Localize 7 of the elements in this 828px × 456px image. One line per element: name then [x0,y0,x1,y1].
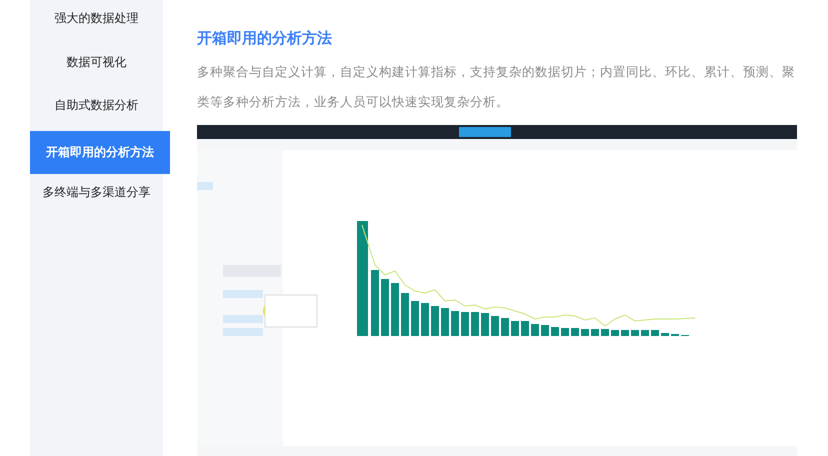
sidebar-item[interactable]: 强大的数据处理 [30,0,163,44]
sidebar-item[interactable]: 自助式数据分析 [30,87,163,130]
sidebar-item[interactable]: 数据可视化 [30,44,163,87]
section-title: 开箱即用的分析方法 [197,28,333,48]
description-text: 多种聚合与自定义计算，自定义构建计算指标，支持复杂的数据切片；内置同比、环比、累计、预测、聚类等多种分析方法，业务人员可以快速实现复杂分析。 [197,63,796,111]
sidebar-item[interactable]: 多终端与多渠道分享 [30,174,163,218]
sidebar-item[interactable]: 开箱即用的分析方法 [30,130,170,174]
